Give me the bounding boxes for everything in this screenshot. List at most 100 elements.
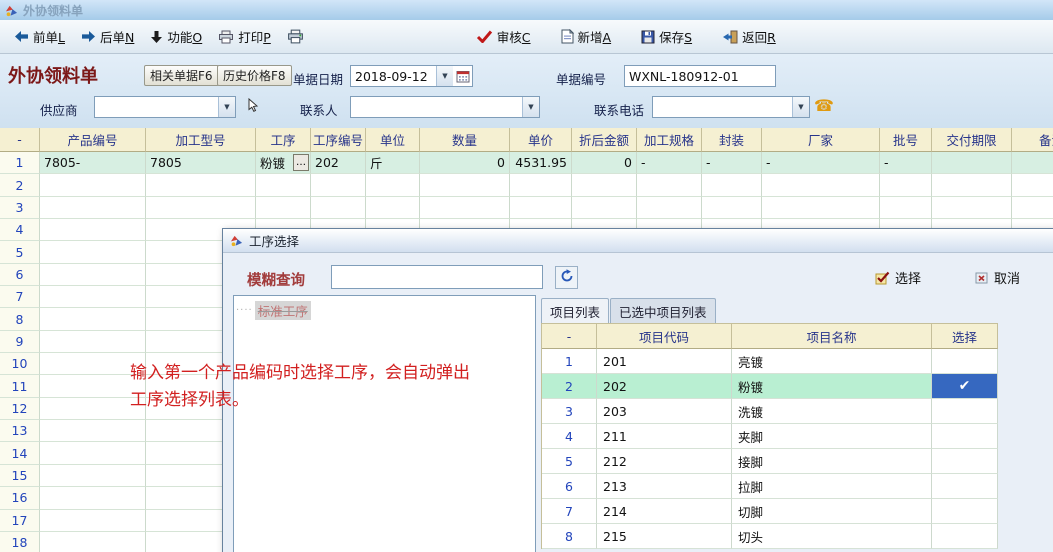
grid-header-cell-5[interactable]: 单位 — [366, 128, 420, 152]
grid-cell[interactable] — [256, 197, 311, 219]
dialog-table-cell[interactable]: 211 — [597, 424, 732, 449]
dialog-table-header-0[interactable]: - — [542, 323, 597, 349]
chevron-down-icon[interactable]: ▼ — [792, 97, 809, 117]
grid-cell[interactable] — [40, 331, 146, 353]
grid-cell[interactable] — [572, 174, 637, 196]
select-flag-cell[interactable] — [932, 474, 998, 499]
grid-cell[interactable] — [932, 197, 1012, 219]
row-number[interactable]: 8 — [0, 308, 40, 330]
grid-cell[interactable] — [420, 174, 510, 196]
dialog-table-cell[interactable]: 7 — [542, 499, 597, 524]
grid-cell[interactable]: - — [637, 152, 702, 174]
grid-header-cell-1[interactable]: 产品编号 — [40, 128, 146, 152]
select-flag-cell[interactable] — [932, 449, 998, 474]
grid-row-2[interactable]: 2 — [0, 174, 1053, 196]
dialog-table-cell[interactable]: 201 — [597, 349, 732, 374]
grid-cell[interactable] — [40, 465, 146, 487]
dialog-table-header-2[interactable]: 项目名称 — [732, 323, 932, 349]
date-input[interactable]: 2018-09-12 ▼ — [350, 65, 473, 87]
grid-cell[interactable] — [40, 510, 146, 532]
grid-header-cell-10[interactable]: 封装 — [702, 128, 762, 152]
grid-cell[interactable]: - — [880, 152, 932, 174]
select-flag-cell[interactable] — [932, 499, 998, 524]
grid-row-3[interactable]: 3 — [0, 197, 1053, 219]
fuzzy-search-input[interactable] — [331, 265, 543, 289]
grid-row-1[interactable]: 17805-7805粉镀…202斤04531.950---- — [0, 152, 1053, 174]
grid-cell[interactable] — [702, 197, 762, 219]
grid-cell[interactable] — [762, 174, 880, 196]
grid-header-cell-4[interactable]: 工序编号 — [311, 128, 366, 152]
dialog-table-cell[interactable]: 亮镀 — [732, 349, 932, 374]
dialog-table-cell[interactable]: 202 — [597, 374, 732, 399]
grid-cell[interactable] — [420, 197, 510, 219]
row-number[interactable]: 6 — [0, 264, 40, 286]
grid-cell[interactable] — [510, 174, 572, 196]
grid-cell[interactable] — [880, 174, 932, 196]
row-number[interactable]: 13 — [0, 420, 40, 442]
grid-cell[interactable] — [146, 174, 256, 196]
process-lookup-button[interactable]: … — [293, 154, 309, 171]
grid-header-cell-3[interactable]: 工序 — [256, 128, 311, 152]
grid-cell[interactable]: 202 — [311, 152, 366, 174]
refresh-button[interactable] — [555, 266, 578, 289]
row-number[interactable]: 18 — [0, 532, 40, 552]
grid-cell[interactable]: 斤 — [366, 152, 420, 174]
grid-cell[interactable] — [40, 442, 146, 464]
grid-cell[interactable] — [366, 174, 420, 196]
history-price-button[interactable]: 历史价格F8 — [217, 65, 292, 86]
dialog-table-cell[interactable]: 8 — [542, 524, 597, 549]
dialog-table-cell[interactable]: 拉脚 — [732, 474, 932, 499]
grid-cell[interactable] — [311, 174, 366, 196]
row-number[interactable]: 4 — [0, 219, 40, 241]
row-number[interactable]: 10 — [0, 353, 40, 375]
grid-cell[interactable] — [40, 308, 146, 330]
grid-cell[interactable]: 7805 — [146, 152, 256, 174]
select-flag-cell[interactable] — [932, 524, 998, 549]
save-button[interactable]: 保存S — [633, 24, 700, 50]
grid-cell[interactable] — [366, 197, 420, 219]
grid-header-cell-2[interactable]: 加工型号 — [146, 128, 256, 152]
dialog-table-cell[interactable]: 夹脚 — [732, 424, 932, 449]
row-number[interactable]: 11 — [0, 375, 40, 397]
select-flag-cell[interactable] — [932, 399, 998, 424]
grid-cell[interactable] — [1012, 152, 1053, 174]
dialog-table-cell[interactable]: 2 — [542, 374, 597, 399]
grid-cell[interactable] — [40, 264, 146, 286]
grid-cell[interactable]: 4531.95 — [510, 152, 572, 174]
grid-cell[interactable] — [762, 197, 880, 219]
phone-combo[interactable]: ▼ — [652, 96, 810, 118]
select-button[interactable]: 选择 — [875, 265, 921, 290]
row-number[interactable]: 17 — [0, 510, 40, 532]
dialog-table-cell[interactable]: 1 — [542, 349, 597, 374]
row-number[interactable]: 3 — [0, 197, 40, 219]
grid-cell[interactable] — [637, 174, 702, 196]
dialog-table-cell[interactable]: 洗镀 — [732, 399, 932, 424]
grid-cell[interactable]: 7805- — [40, 152, 146, 174]
grid-cell[interactable]: - — [702, 152, 762, 174]
chevron-down-icon[interactable]: ▼ — [436, 66, 453, 86]
select-flag-cell[interactable] — [932, 424, 998, 449]
dialog-table-cell[interactable]: 切脚 — [732, 499, 932, 524]
dialog-table-cell[interactable]: 215 — [597, 524, 732, 549]
tab-selected-item-list[interactable]: 已选中项目列表 — [610, 298, 716, 323]
grid-cell[interactable] — [637, 197, 702, 219]
grid-cell[interactable] — [40, 219, 146, 241]
row-number[interactable]: 16 — [0, 487, 40, 509]
row-number[interactable]: 5 — [0, 241, 40, 263]
grid-cell[interactable] — [702, 174, 762, 196]
grid-cell[interactable] — [256, 174, 311, 196]
process-option-row-215[interactable]: 8215切头 — [542, 524, 998, 549]
grid-header-cell-0[interactable]: - — [0, 128, 40, 152]
dialog-table-cell[interactable]: 4 — [542, 424, 597, 449]
process-option-row-201[interactable]: 1201亮镀 — [542, 349, 998, 374]
grid-header-cell-11[interactable]: 厂家 — [762, 128, 880, 152]
grid-header-cell-14[interactable]: 备注 — [1012, 128, 1053, 152]
dialog-table-cell[interactable]: 203 — [597, 399, 732, 424]
calendar-icon[interactable] — [453, 70, 472, 83]
tab-item-list[interactable]: 项目列表 — [541, 298, 609, 323]
grid-cell[interactable] — [40, 487, 146, 509]
grid-cell[interactable] — [40, 241, 146, 263]
dialog-table-cell[interactable]: 214 — [597, 499, 732, 524]
row-number[interactable]: 14 — [0, 442, 40, 464]
dialog-titlebar[interactable]: 工序选择 — [223, 229, 1053, 253]
